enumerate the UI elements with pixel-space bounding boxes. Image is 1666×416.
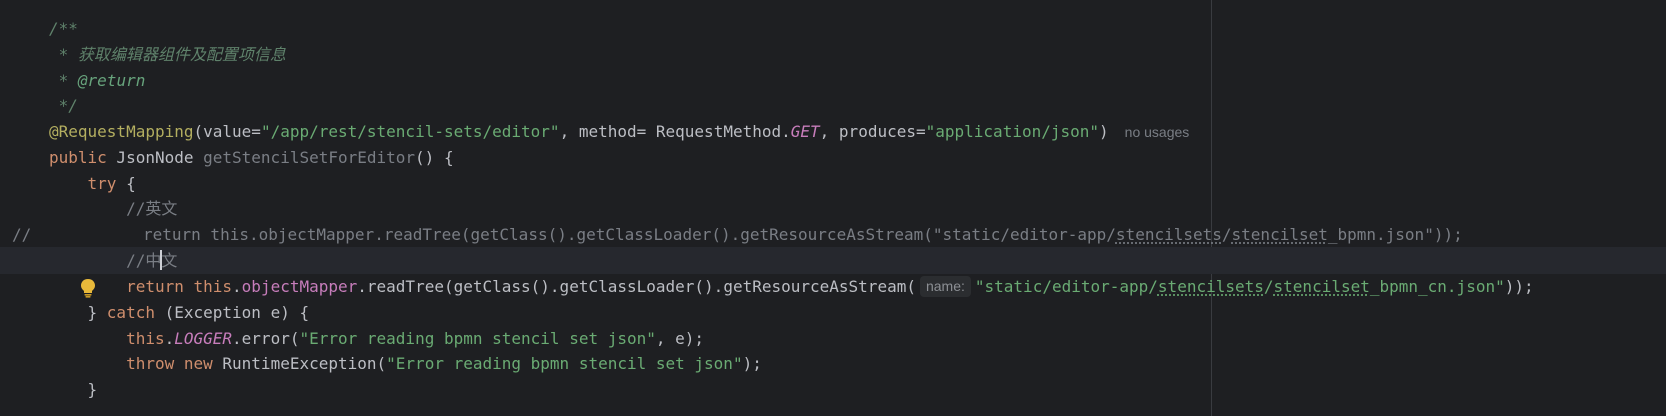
string-literal: "Error reading bpmn stencil set json" (386, 354, 743, 373)
code-text: } (49, 303, 107, 322)
code-line[interactable]: @RequestMapping(value="/app/rest/stencil… (0, 118, 1666, 145)
line-comment: 文 (161, 251, 178, 270)
current-code-line[interactable]: //中文 (0, 247, 1666, 298)
comment-marker: // (12, 225, 32, 244)
doc-comment: */ (49, 96, 78, 115)
code-text: , method= RequestMethod. (559, 122, 791, 141)
code-text: (value= (193, 122, 261, 141)
code-line[interactable]: } catch (Exception e) { (0, 299, 1666, 326)
enum-constant[interactable]: GET (791, 122, 820, 141)
code-text: JsonNode (106, 148, 204, 167)
keyword: this (49, 329, 165, 348)
code-text: . (232, 277, 242, 296)
line-comment: //英文 (49, 199, 178, 218)
code-line[interactable]: * @return (0, 67, 1666, 94)
commented-code: stencilsets (1115, 225, 1222, 244)
line-comment: //中 (49, 251, 162, 270)
code-line[interactable]: public JsonNode getStencilSetForEditor()… (0, 144, 1666, 171)
annotation[interactable]: @RequestMapping (49, 122, 194, 141)
code-text: } (49, 380, 98, 399)
string-literal: "application/json" (925, 122, 1100, 141)
string-literal: _bpmn_cn.json" (1369, 277, 1505, 296)
usages-inlay-hint[interactable]: no usages (1125, 119, 1190, 146)
code-text: .readTree(getClass().getClassLoader().ge… (357, 277, 916, 296)
code-line[interactable]: /** (0, 15, 1666, 42)
code-line[interactable]: */ (0, 92, 1666, 119)
method-name[interactable]: getStencilSetForEditor (203, 148, 415, 167)
code-text: . (164, 329, 175, 348)
keyword: new (174, 354, 213, 373)
code-text: )); (1504, 277, 1534, 296)
code-text: .error( (232, 329, 300, 348)
parameter-name-hint: name: (919, 276, 971, 297)
string-literal: stencilsets (1157, 277, 1264, 296)
string-literal: / (1263, 277, 1274, 296)
code-line[interactable]: } (0, 376, 1666, 403)
code-text: (Exception e) { (154, 303, 310, 322)
code-text: () { (415, 148, 454, 167)
code-line[interactable]: return this.objectMapper.readTree(getCla… (0, 273, 1666, 300)
keyword: throw (49, 354, 175, 373)
code-line[interactable]: // return this.objectMapper.readTree(get… (0, 221, 1666, 248)
code-line[interactable]: * 获取编辑器组件及配置项信息 (0, 41, 1666, 68)
keyword: catch (106, 303, 155, 322)
doc-comment: * (49, 71, 78, 90)
commented-code: return this.objectMapper.readTree(getCla… (143, 225, 1116, 244)
string-literal: stencilset (1273, 277, 1370, 296)
string-literal: "static/editor-app/ (974, 277, 1158, 296)
code-text: ) (1099, 122, 1109, 141)
commented-code: stencilset (1231, 225, 1328, 244)
string-literal: "Error reading bpmn stencil set json" (299, 329, 656, 348)
doc-comment: /** (49, 19, 78, 38)
code-text: RuntimeException( (212, 354, 387, 373)
code-line[interactable]: this.LOGGER.error("Error reading bpmn st… (0, 325, 1666, 352)
lightbulb-icon[interactable] (21, 251, 95, 298)
keyword: public (49, 148, 107, 167)
keyword: try (49, 174, 117, 193)
code-text: , e); (655, 329, 705, 348)
code-line[interactable]: try { (0, 170, 1666, 197)
commented-code: _bpmn.json")); (1327, 225, 1463, 244)
code-text: { (116, 174, 136, 193)
commented-code: / (1221, 225, 1232, 244)
field-reference[interactable]: objectMapper (242, 277, 358, 296)
code-text: , produces= (819, 122, 926, 141)
keyword: this (183, 277, 233, 296)
static-field-reference[interactable]: LOGGER (174, 329, 232, 348)
code-line[interactable]: //英文 (0, 195, 1666, 222)
code-text: ); (742, 354, 762, 373)
string-literal: "/app/rest/stencil-sets/editor" (260, 122, 560, 141)
code-editor[interactable]: /** * 获取编辑器组件及配置项信息 * @return */ @Reques… (0, 0, 1666, 416)
keyword: return (49, 277, 184, 296)
code-line[interactable]: throw new RuntimeException("Error readin… (0, 350, 1666, 377)
doc-comment-text: * 获取编辑器组件及配置项信息 (49, 45, 286, 64)
doc-return-tag: @return (77, 71, 146, 90)
